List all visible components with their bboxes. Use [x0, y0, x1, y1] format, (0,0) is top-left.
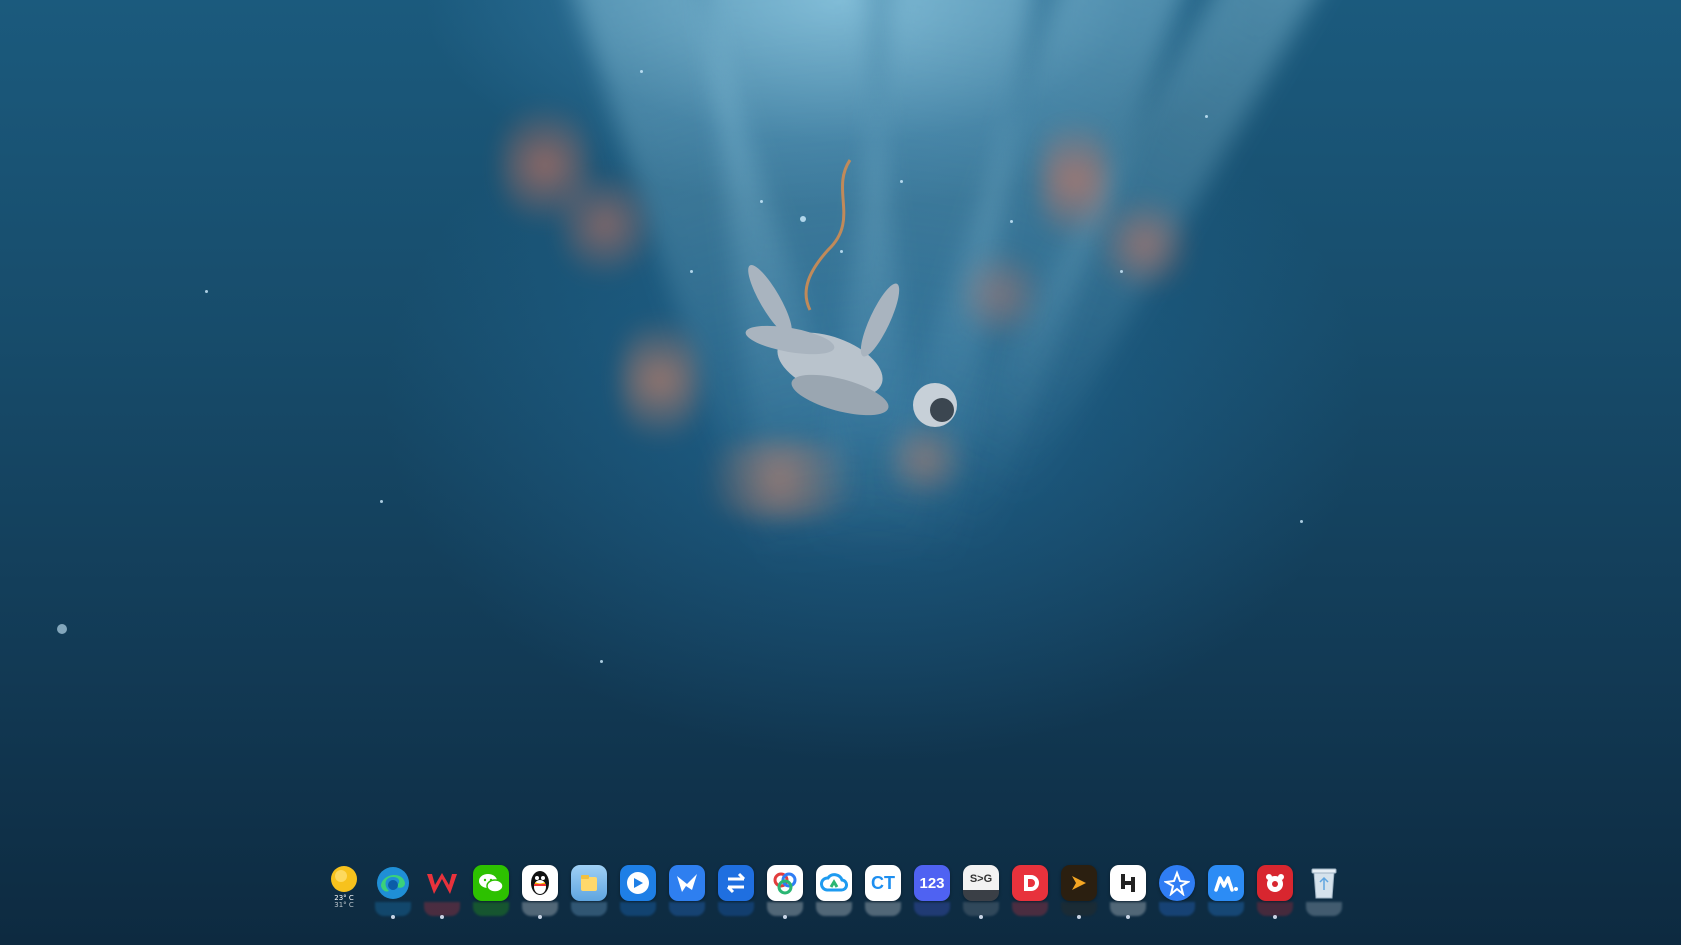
running-indicator — [979, 915, 983, 919]
wechat-icon-reflection — [473, 902, 509, 916]
folder-icon-reflection — [571, 902, 607, 916]
running-indicator — [1077, 915, 1081, 919]
star — [1205, 115, 1208, 118]
star — [690, 270, 693, 273]
dock: 23° C 31° C CT 123 S>G — [326, 865, 1342, 925]
qq-icon-reflection — [522, 902, 558, 916]
desktop[interactable]: 23° C 31° C CT 123 S>G — [0, 0, 1681, 945]
h-logo-icon — [1110, 865, 1146, 901]
dock-app-transfer[interactable] — [718, 865, 754, 919]
h-icon-reflection — [1110, 902, 1146, 916]
red-d-icon-reflection — [1012, 902, 1048, 916]
running-indicator — [783, 915, 787, 919]
dock-app-qq[interactable] — [522, 865, 558, 919]
star — [1300, 520, 1303, 523]
cloud-icon-reflection — [816, 902, 852, 916]
recycle-bin-icon-reflection — [1306, 902, 1342, 916]
qq-penguin-icon — [522, 865, 558, 901]
m-logo-icon — [1208, 865, 1244, 901]
bear-icon — [1257, 865, 1293, 901]
weather-widget[interactable]: 23° C 31° C — [326, 865, 362, 919]
running-indicator — [1126, 915, 1130, 919]
dock-app-player[interactable] — [1061, 865, 1097, 919]
wechat-icon — [473, 865, 509, 901]
terminal-icon-reflection — [963, 902, 999, 916]
xunlei-icon-reflection — [1159, 902, 1195, 916]
wps-icon — [424, 865, 460, 901]
dock-app-edge[interactable] — [375, 865, 411, 919]
dock-app-h[interactable] — [1110, 865, 1146, 919]
ct-icon: CT — [865, 865, 901, 901]
dock-app-folder[interactable] — [571, 865, 607, 919]
feishu-icon-reflection — [669, 902, 705, 916]
terminal-icon: S>G — [963, 865, 999, 901]
star — [57, 624, 67, 634]
dock-app-recycle-bin[interactable] — [1306, 865, 1342, 919]
dock-app-m[interactable] — [1208, 865, 1244, 919]
123-icon: 123 — [914, 865, 950, 901]
netdisk-icon-reflection — [767, 902, 803, 916]
edge-icon-reflection — [375, 902, 411, 916]
nebula-cloud — [620, 300, 700, 460]
dock-app-red-d[interactable] — [1012, 865, 1048, 919]
dock-app-terminal[interactable]: S>G — [963, 865, 999, 919]
nebula-cloud — [960, 240, 1040, 350]
dock-app-cloud[interactable] — [816, 865, 852, 919]
123-icon-reflection — [914, 902, 950, 916]
dock-app-xunlei[interactable] — [1159, 865, 1195, 919]
folder-icon — [571, 865, 607, 901]
star — [205, 290, 208, 293]
star — [600, 660, 603, 663]
edge-icon — [375, 865, 411, 901]
ct-icon-reflection — [865, 902, 901, 916]
play-icon — [1061, 865, 1097, 901]
dock-app-netdisk[interactable] — [767, 865, 803, 919]
nebula-cloud — [560, 160, 650, 290]
transfer-icon-reflection — [718, 902, 754, 916]
dock-app-feishu[interactable] — [669, 865, 705, 919]
bear-icon-reflection — [1257, 902, 1293, 916]
star — [380, 500, 383, 503]
dock-app-blue-circle[interactable] — [620, 865, 656, 919]
blue-circle-icon-reflection — [620, 902, 656, 916]
transfer-arrows-icon — [718, 865, 754, 901]
bird-icon — [669, 865, 705, 901]
dock-app-red-bear[interactable] — [1257, 865, 1293, 919]
running-indicator — [538, 915, 542, 919]
wps-icon-reflection — [424, 902, 460, 916]
weather-temp-low: 31° C — [334, 901, 354, 909]
running-indicator — [440, 915, 444, 919]
dock-app-ct[interactable]: CT — [865, 865, 901, 919]
weather-sunny-icon — [331, 866, 357, 892]
m-icon-reflection — [1208, 902, 1244, 916]
dock-app-123[interactable]: 123 — [914, 865, 950, 919]
running-indicator — [1273, 915, 1277, 919]
star — [640, 70, 643, 73]
nebula-cloud — [1100, 190, 1190, 300]
dock-app-wechat[interactable] — [473, 865, 509, 919]
player-icon-reflection — [1061, 902, 1097, 916]
star — [1120, 270, 1123, 273]
xunlei-bird-icon — [1159, 865, 1195, 901]
blue-circle-icon — [620, 865, 656, 901]
red-d-icon — [1012, 865, 1048, 901]
cloud-icon — [816, 865, 852, 901]
running-indicator — [391, 915, 395, 919]
netdisk-icon — [767, 865, 803, 901]
astronaut-illustration — [745, 159, 957, 427]
star — [1010, 220, 1013, 223]
recycle-bin-icon — [1306, 865, 1342, 901]
dock-app-wps[interactable] — [424, 865, 460, 919]
